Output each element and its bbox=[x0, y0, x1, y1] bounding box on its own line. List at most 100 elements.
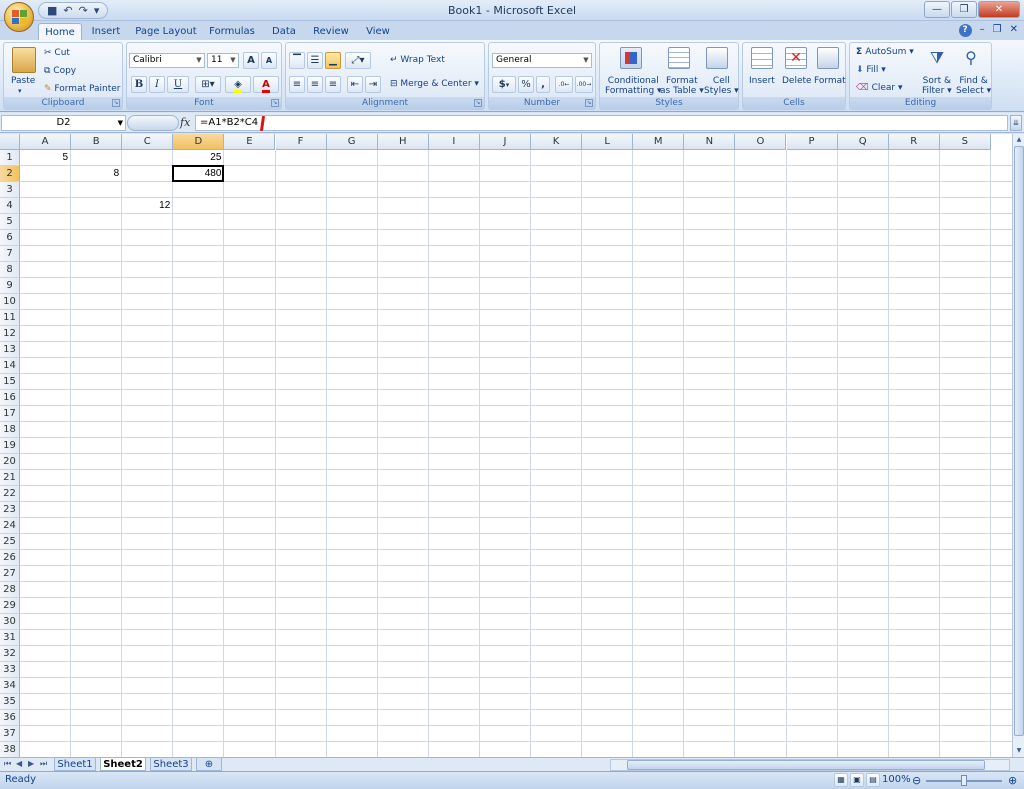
minimize-icon[interactable]: — bbox=[924, 1, 950, 18]
orientation-button[interactable]: ⤢▾ bbox=[345, 52, 371, 69]
tab-home[interactable]: Home bbox=[38, 23, 82, 40]
paste-dropdown-icon[interactable]: ▾ bbox=[18, 87, 22, 95]
column-header-g[interactable]: G bbox=[326, 134, 378, 150]
row-header-27[interactable]: 27 bbox=[0, 566, 20, 582]
row-header-37[interactable]: 37 bbox=[0, 726, 20, 742]
expand-formula-bar-icon[interactable]: ⇊ bbox=[1010, 115, 1022, 131]
cell-c4[interactable]: 12 bbox=[122, 198, 173, 214]
row-header-1[interactable]: 1 bbox=[0, 150, 20, 166]
tab-insert[interactable]: Insert bbox=[86, 23, 126, 40]
row-header-6[interactable]: 6 bbox=[0, 230, 20, 246]
row-header-31[interactable]: 31 bbox=[0, 630, 20, 646]
office-button[interactable] bbox=[4, 2, 34, 32]
row-header-32[interactable]: 32 bbox=[0, 646, 20, 662]
row-header-10[interactable]: 10 bbox=[0, 294, 20, 310]
align-left-button[interactable]: ≡ bbox=[289, 76, 305, 93]
scroll-down-icon[interactable]: ▼ bbox=[1014, 746, 1024, 756]
number-launcher-icon[interactable]: ↘ bbox=[585, 99, 593, 107]
cell-d1[interactable]: 25 bbox=[173, 150, 224, 166]
sort-filter-button[interactable]: Sort & Filter ▾ bbox=[922, 76, 952, 96]
align-center-button[interactable]: ≡ bbox=[307, 76, 323, 93]
clear-button[interactable]: ⌫ Clear ▾ bbox=[856, 83, 903, 93]
scroll-up-icon[interactable]: ▲ bbox=[1014, 135, 1024, 145]
name-box[interactable]: D2 ▼ bbox=[1, 115, 126, 131]
format-button[interactable]: Format bbox=[814, 76, 846, 86]
font-name-select[interactable]: Calibri ▼ bbox=[129, 53, 205, 68]
wrap-text-button[interactable]: ↵ Wrap Text bbox=[390, 55, 445, 65]
align-top-button[interactable]: ▔ bbox=[289, 52, 305, 69]
column-header-o[interactable]: O bbox=[735, 134, 787, 150]
sheet-tab-sheet1[interactable]: Sheet1 bbox=[54, 758, 96, 771]
font-color-button[interactable]: A bbox=[253, 76, 279, 93]
fill-color-button[interactable]: ◈ bbox=[225, 76, 251, 93]
tab-page-layout[interactable]: Page Layout bbox=[134, 23, 198, 40]
borders-button[interactable]: ⊞▾ bbox=[195, 76, 221, 93]
first-sheet-icon[interactable]: ⏮ bbox=[4, 759, 11, 769]
increase-indent-button[interactable]: ⇥ bbox=[365, 76, 381, 93]
row-header-16[interactable]: 16 bbox=[0, 390, 20, 406]
vertical-scrollbar[interactable]: ▲ ▼ bbox=[1012, 134, 1024, 757]
page-layout-view-icon[interactable]: ▣ bbox=[850, 773, 864, 787]
column-header-n[interactable]: N bbox=[684, 134, 736, 150]
row-header-8[interactable]: 8 bbox=[0, 262, 20, 278]
bold-button[interactable]: B bbox=[131, 76, 147, 93]
zoom-in-icon[interactable]: ⊕ bbox=[1008, 774, 1017, 787]
formula-input[interactable]: =A1*B2*C4 bbox=[195, 115, 1008, 131]
cell-b2[interactable]: 8 bbox=[71, 166, 122, 182]
conditional-formatting-button[interactable]: Conditional Formatting ▾ bbox=[605, 76, 662, 96]
page-break-view-icon[interactable]: ▤ bbox=[866, 773, 880, 787]
row-header-2[interactable]: 2 bbox=[0, 166, 20, 182]
zoom-level[interactable]: 100% bbox=[882, 774, 911, 785]
alignment-launcher-icon[interactable]: ↘ bbox=[474, 99, 482, 107]
prev-sheet-icon[interactable]: ◀ bbox=[16, 759, 22, 768]
font-launcher-icon[interactable]: ↘ bbox=[271, 99, 279, 107]
row-header-9[interactable]: 9 bbox=[0, 278, 20, 294]
column-header-a[interactable]: A bbox=[20, 134, 72, 150]
row-header-33[interactable]: 33 bbox=[0, 662, 20, 678]
tab-formulas[interactable]: Formulas bbox=[206, 23, 258, 40]
wb-close-icon[interactable]: ✕ bbox=[1010, 24, 1018, 37]
next-sheet-icon[interactable]: ▶ bbox=[28, 759, 34, 768]
horizontal-scroll-thumb[interactable] bbox=[627, 760, 985, 770]
column-header-m[interactable]: M bbox=[633, 134, 685, 150]
column-header-s[interactable]: S bbox=[939, 134, 991, 150]
row-header-12[interactable]: 12 bbox=[0, 326, 20, 342]
column-header-b[interactable]: B bbox=[71, 134, 123, 150]
row-header-20[interactable]: 20 bbox=[0, 454, 20, 470]
row-header-18[interactable]: 18 bbox=[0, 422, 20, 438]
column-header-p[interactable]: P bbox=[786, 134, 838, 150]
delete-button[interactable]: Delete bbox=[782, 76, 812, 86]
wb-restore-icon[interactable]: ❐ bbox=[993, 24, 1002, 37]
cut-button[interactable]: ✂ Cut bbox=[44, 48, 70, 58]
italic-button[interactable]: I bbox=[149, 76, 165, 93]
row-header-14[interactable]: 14 bbox=[0, 358, 20, 374]
insert-function-icon[interactable]: fx bbox=[180, 116, 190, 129]
row-header-15[interactable]: 15 bbox=[0, 374, 20, 390]
comma-button[interactable]: , bbox=[536, 76, 550, 93]
wb-minimize-icon[interactable]: – bbox=[980, 24, 985, 37]
row-header-29[interactable]: 29 bbox=[0, 598, 20, 614]
row-header-36[interactable]: 36 bbox=[0, 710, 20, 726]
tab-data[interactable]: Data bbox=[266, 23, 302, 40]
align-middle-button[interactable]: ☰ bbox=[307, 52, 323, 69]
column-header-f[interactable]: F bbox=[275, 134, 327, 150]
copy-button[interactable]: ⧉ Copy bbox=[44, 66, 76, 76]
percent-button[interactable]: % bbox=[518, 76, 534, 93]
column-header-h[interactable]: H bbox=[377, 134, 429, 150]
shrink-font-button[interactable]: A bbox=[261, 52, 277, 69]
row-header-22[interactable]: 22 bbox=[0, 486, 20, 502]
format-as-table-button[interactable]: Format as Table ▾ bbox=[660, 76, 704, 96]
merge-center-button[interactable]: ⊟ Merge & Center ▾ bbox=[390, 79, 479, 89]
column-header-i[interactable]: I bbox=[428, 134, 480, 150]
close-icon[interactable]: ✕ bbox=[978, 1, 1020, 18]
align-right-button[interactable]: ≡ bbox=[325, 76, 341, 93]
column-header-c[interactable]: C bbox=[122, 134, 174, 150]
autosum-button[interactable]: Σ AutoSum ▾ bbox=[856, 47, 914, 57]
increase-decimal-button[interactable]: .0← bbox=[555, 76, 573, 93]
insert-button[interactable]: Insert bbox=[749, 76, 775, 86]
vertical-scroll-thumb[interactable] bbox=[1014, 146, 1024, 736]
cell-a1[interactable]: 5 bbox=[20, 150, 71, 166]
zoom-slider-thumb[interactable] bbox=[961, 775, 967, 786]
insert-worksheet-icon[interactable]: ⊕ bbox=[196, 758, 222, 771]
row-header-5[interactable]: 5 bbox=[0, 214, 20, 230]
